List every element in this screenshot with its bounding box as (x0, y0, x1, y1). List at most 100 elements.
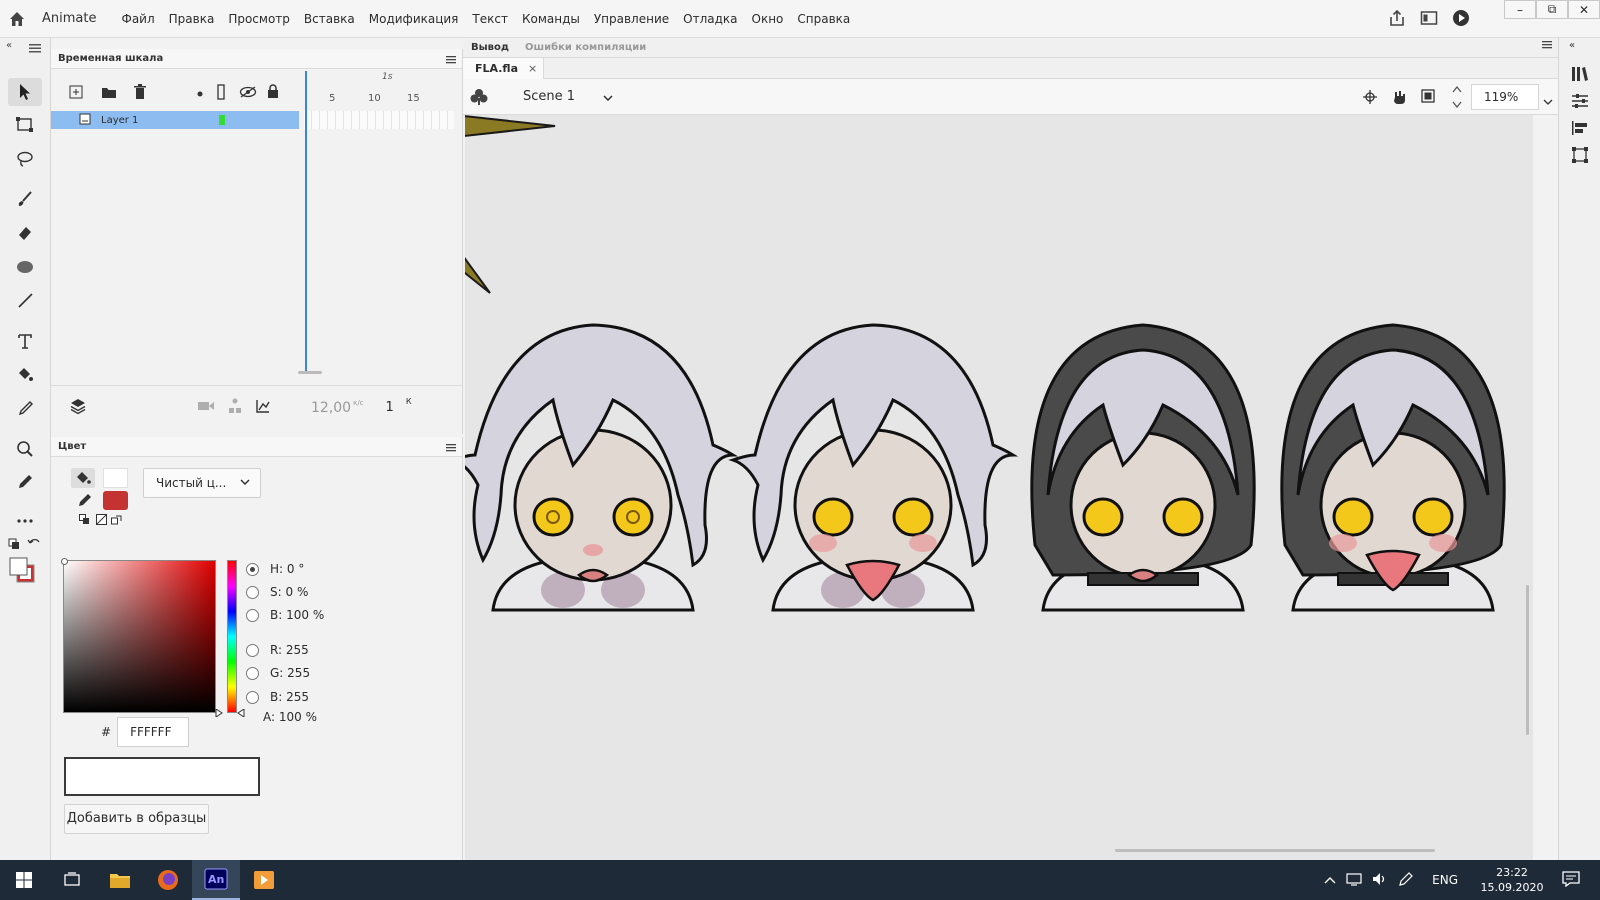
scene-name[interactable]: Scene 1 (523, 89, 575, 104)
menu-control[interactable]: Управление (587, 12, 676, 26)
param-value[interactable]: 255 (286, 643, 309, 657)
timeline-menu-icon[interactable] (446, 52, 456, 72)
layer-row[interactable]: Layer 1 (51, 111, 299, 129)
collapse-tools-icon[interactable]: « (6, 40, 12, 51)
fill-stroke-swatch-icon[interactable] (7, 555, 37, 585)
menu-modify[interactable]: Модификация (362, 12, 466, 26)
radio-b[interactable] (246, 608, 259, 622)
camera-icon[interactable] (197, 400, 215, 415)
close-tab-icon[interactable]: × (528, 62, 537, 75)
frames-row[interactable] (304, 111, 454, 129)
output-tab[interactable]: Вывод (463, 42, 517, 53)
param-value[interactable]: 0 % (286, 585, 309, 599)
clip-content-icon[interactable] (1420, 88, 1436, 107)
new-layer-icon[interactable] (69, 85, 83, 102)
snap-center-icon[interactable] (1362, 89, 1378, 108)
saturation-brightness-picker[interactable] (61, 558, 216, 713)
color-menu-icon[interactable] (446, 440, 456, 460)
layers-icon[interactable] (69, 397, 87, 418)
paint-bucket-tool-icon[interactable] (8, 360, 42, 388)
close-button[interactable]: ✕ (1568, 0, 1600, 19)
eyedropper-tool-icon[interactable] (8, 394, 42, 422)
document-tab[interactable]: FLA.fla × (463, 57, 545, 79)
test-movie-icon[interactable] (1452, 9, 1470, 30)
menu-commands[interactable]: Команды (515, 12, 587, 26)
selection-tool-icon[interactable] (8, 78, 42, 106)
fill-color-icon[interactable] (71, 468, 95, 488)
align-icon[interactable] (1570, 118, 1590, 138)
fps-value[interactable]: 12,00 (311, 400, 351, 416)
color-type-dropdown[interactable]: Чистый ц... (143, 468, 261, 498)
swap-colors-small-icon[interactable] (111, 514, 123, 528)
home-icon[interactable] (0, 0, 34, 38)
timeline-tab[interactable]: Временная шкала (51, 49, 462, 69)
free-transform-tool-icon[interactable] (8, 111, 42, 139)
layer-name[interactable]: Layer 1 (101, 115, 138, 126)
eraser-tool-icon[interactable] (8, 219, 42, 247)
param-value[interactable]: 0 ° (287, 562, 304, 576)
text-tool-icon[interactable] (8, 327, 42, 355)
menu-window[interactable]: Окно (745, 12, 791, 26)
swap-colors-icon[interactable] (26, 536, 42, 552)
hex-input[interactable]: FFFFFF (117, 717, 190, 747)
param-value[interactable]: 255 (286, 690, 309, 704)
library-icon[interactable] (1570, 64, 1590, 84)
alpha-value[interactable]: 100 % (279, 710, 317, 724)
rotate-stage-icon[interactable] (1390, 88, 1408, 109)
firefox-icon[interactable] (144, 860, 192, 900)
pencil-tool-icon[interactable] (8, 468, 42, 496)
menu-debug[interactable]: Отладка (676, 12, 744, 26)
current-frame[interactable]: 1 (386, 400, 394, 415)
hide-layer-icon[interactable] (239, 85, 257, 101)
param-h[interactable]: H: 0 ° (246, 562, 304, 576)
pen-icon[interactable] (1398, 871, 1414, 890)
compile-errors-tab[interactable]: Ошибки компиляции (517, 42, 654, 53)
stage-vscrollbar[interactable] (1526, 585, 1529, 735)
menu-help[interactable]: Справка (790, 12, 857, 26)
menu-insert[interactable]: Вставка (297, 12, 362, 26)
stage-canvas[interactable] (465, 115, 1533, 860)
new-folder-icon[interactable] (101, 85, 117, 102)
radio-r[interactable] (246, 643, 259, 657)
oval-tool-icon[interactable] (8, 253, 42, 281)
graph-icon[interactable] (255, 398, 271, 417)
timeline-scrollbar[interactable] (298, 371, 322, 374)
radio-h[interactable] (246, 562, 259, 576)
radio-blue[interactable] (246, 690, 259, 704)
brush-tool-icon[interactable] (8, 185, 42, 213)
expand-panels-icon[interactable]: « (1569, 40, 1575, 51)
param-value[interactable]: 100 % (286, 608, 324, 622)
menu-edit[interactable]: Правка (162, 12, 222, 26)
hue-right-arrow-icon[interactable] (237, 706, 245, 720)
param-blue[interactable]: B: 255 (246, 690, 309, 704)
fill-color-swatch[interactable] (103, 468, 128, 488)
output-menu-icon[interactable] (1542, 41, 1552, 52)
no-color-icon[interactable] (96, 514, 107, 528)
media-player-icon[interactable] (240, 860, 288, 900)
zoom-stepper-icon[interactable] (1452, 84, 1462, 113)
black-white-icon[interactable] (79, 514, 90, 528)
input-language[interactable]: ENG (1432, 873, 1458, 887)
start-button[interactable] (0, 860, 48, 900)
volume-icon[interactable] (1372, 872, 1388, 889)
param-value[interactable]: 255 (287, 666, 310, 680)
radio-s[interactable] (246, 585, 259, 599)
share-icon[interactable] (1388, 9, 1406, 30)
hue-left-arrow-icon[interactable] (215, 706, 223, 720)
hue-slider[interactable] (227, 560, 237, 713)
scene-chevron-down-icon[interactable] (603, 90, 613, 104)
transform-icon[interactable] (1570, 145, 1590, 165)
network-icon[interactable] (1346, 872, 1362, 889)
file-explorer-icon[interactable] (96, 860, 144, 900)
delete-layer-icon[interactable] (133, 83, 147, 103)
notifications-icon[interactable] (1562, 870, 1580, 890)
parenting-icon[interactable] (227, 398, 243, 417)
outline-icon[interactable] (217, 83, 225, 103)
properties-icon[interactable] (1570, 91, 1590, 111)
highlight-dot-icon[interactable] (197, 86, 203, 100)
stroke-color-swatch[interactable] (103, 491, 128, 510)
clock[interactable]: 23:22 15.09.2020 (1472, 865, 1552, 895)
param-r[interactable]: R: 255 (246, 643, 309, 657)
layer-color-swatch[interactable] (219, 115, 225, 125)
line-tool-icon[interactable] (8, 286, 42, 314)
